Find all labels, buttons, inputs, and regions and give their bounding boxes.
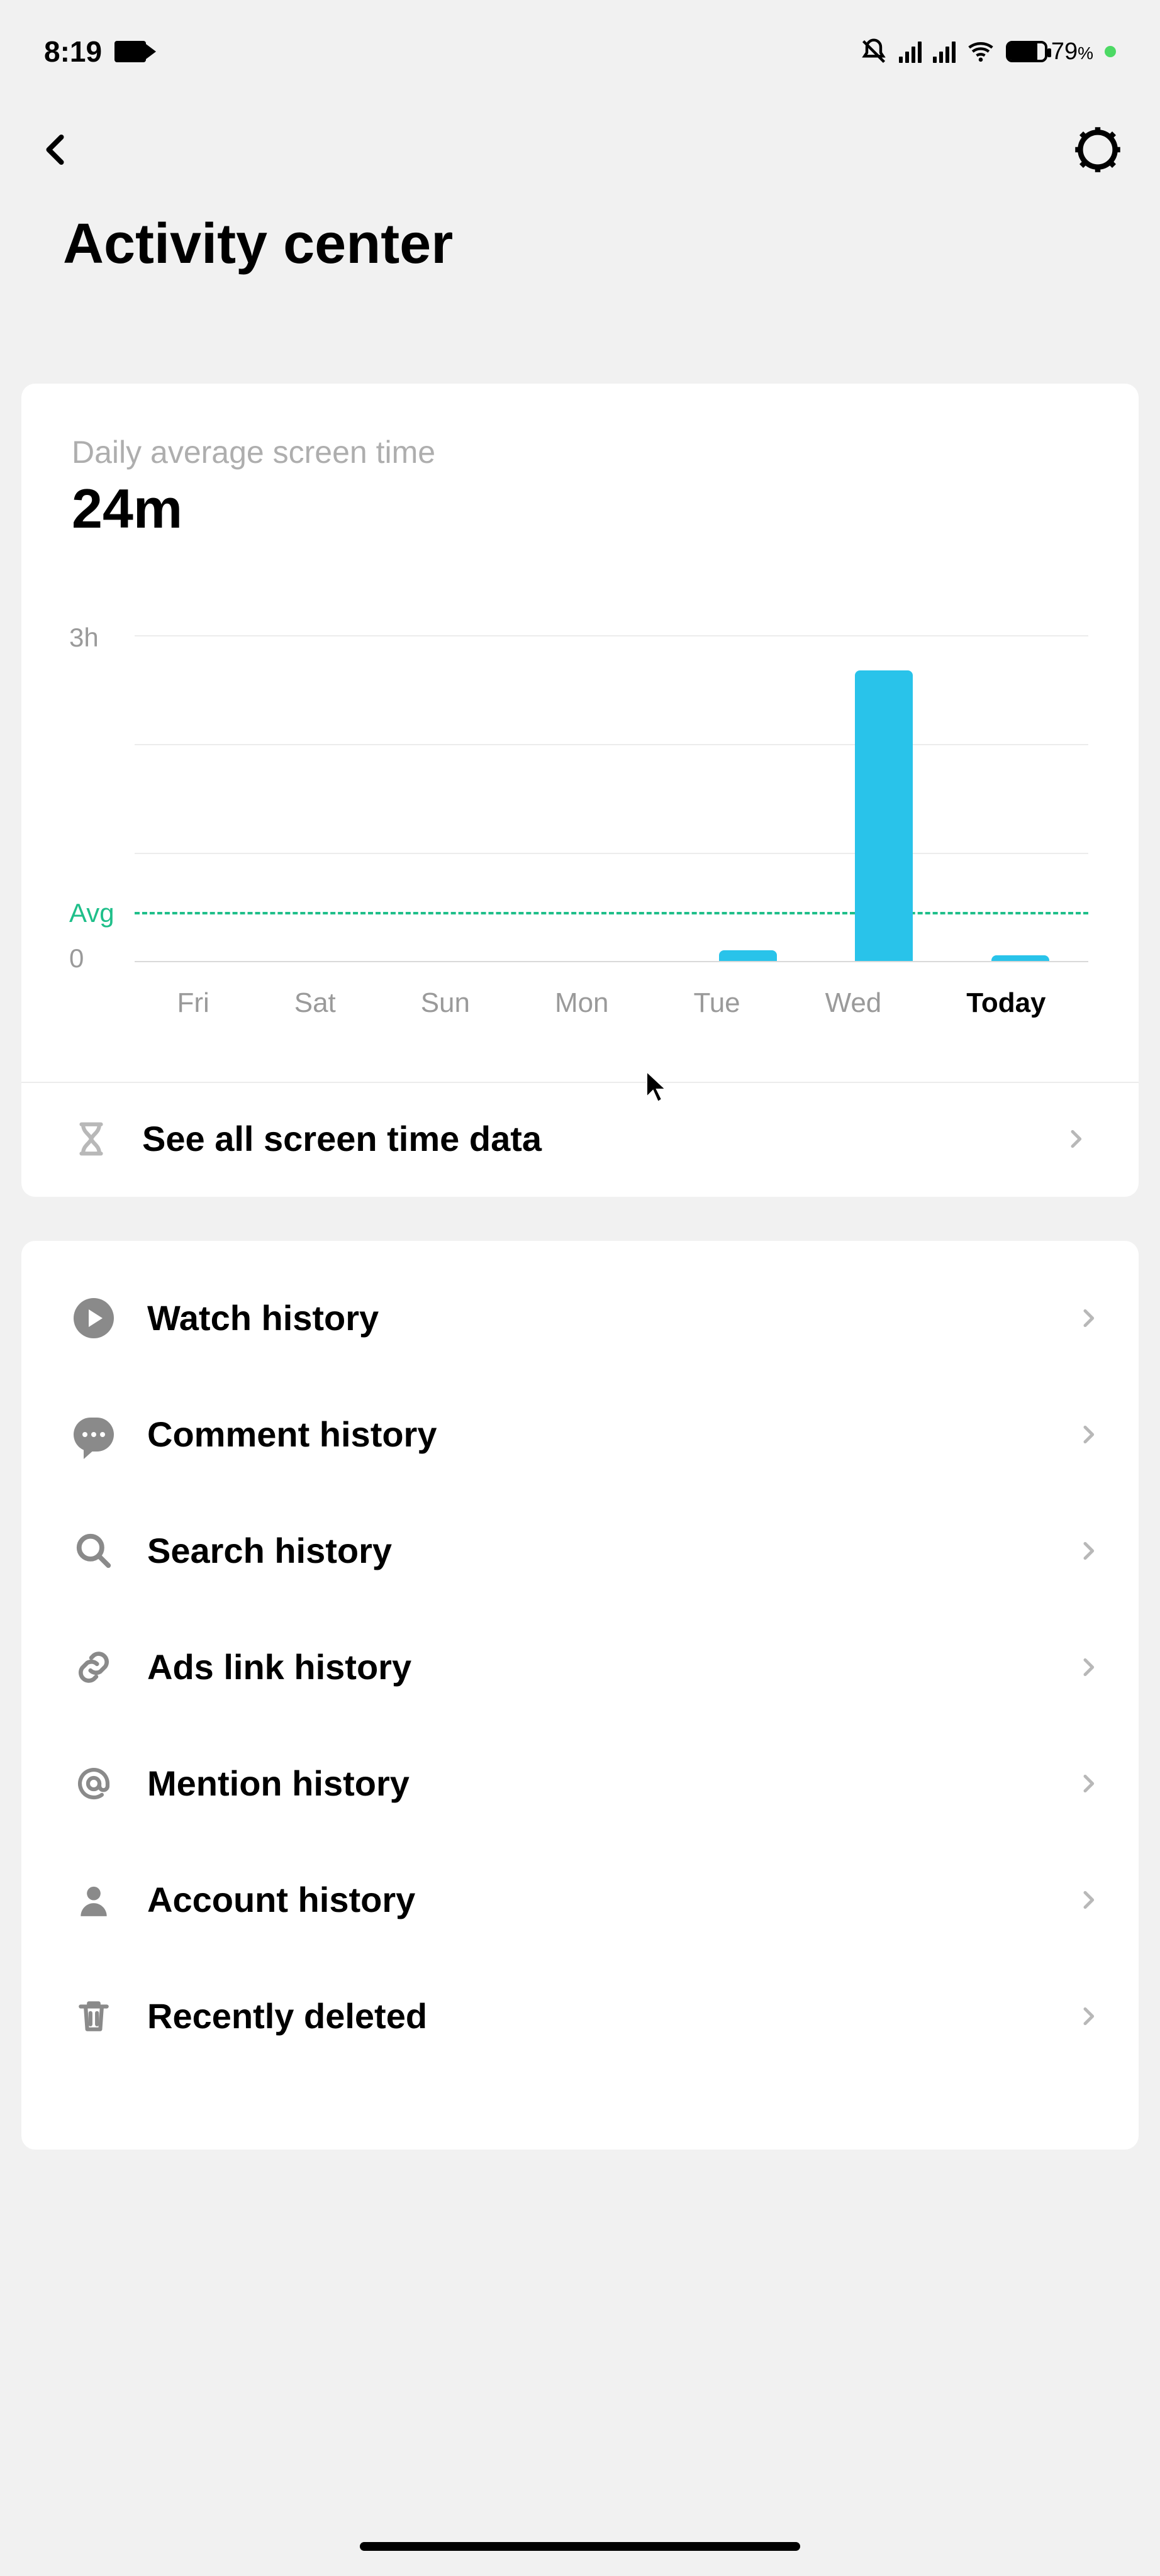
status-bar: 8:19 79%: [0, 0, 1160, 69]
screen-time-card: Daily average screen time 24m 3h Avg 0 F…: [21, 384, 1139, 1197]
menu-trash[interactable]: Recently deleted: [72, 1958, 1101, 2074]
wifi-icon: [967, 38, 995, 65]
hourglass-icon: [72, 1119, 111, 1158]
menu-label: Recently deleted: [147, 1996, 1044, 2036]
back-icon[interactable]: [38, 131, 75, 169]
chevron-right-icon: [1076, 2004, 1101, 2029]
menu-label: Search history: [147, 1530, 1044, 1571]
menu-play[interactable]: Watch history: [72, 1260, 1101, 1376]
see-all-label: See all screen time data: [142, 1118, 1032, 1159]
y-tick-bottom: 0: [69, 943, 84, 974]
menu-search[interactable]: Search history: [72, 1492, 1101, 1609]
comment-icon: [72, 1418, 116, 1452]
avg-label: Avg: [69, 898, 114, 928]
trash-icon: [72, 1997, 116, 2036]
x-tick: Tue: [693, 987, 740, 1019]
chevron-right-icon: [1076, 1887, 1101, 1913]
see-all-screen-time[interactable]: See all screen time data: [72, 1083, 1088, 1197]
search-icon: [72, 1531, 116, 1570]
x-tick: Sun: [421, 987, 470, 1019]
camera-icon: [114, 41, 146, 62]
bar-today[interactable]: [991, 955, 1049, 961]
menu-label: Comment history: [147, 1414, 1044, 1455]
battery-icon: 79%: [1006, 38, 1093, 65]
x-tick: Fri: [177, 987, 209, 1019]
bar-wed[interactable]: [855, 670, 913, 961]
page-title: Activity center: [0, 174, 1160, 277]
x-tick: Mon: [555, 987, 609, 1019]
gear-icon[interactable]: [1073, 125, 1122, 174]
menu-label: Watch history: [147, 1297, 1044, 1338]
bell-off-icon: [860, 38, 888, 65]
chevron-right-icon: [1063, 1126, 1088, 1152]
recording-dot-icon: [1105, 46, 1116, 57]
screen-time-value: 24m: [72, 477, 1088, 541]
menu-at[interactable]: Mention history: [72, 1725, 1101, 1841]
signal-icon: [899, 40, 922, 63]
link-icon: [72, 1648, 116, 1687]
menu-comment[interactable]: Comment history: [72, 1376, 1101, 1492]
play-icon: [72, 1298, 116, 1338]
x-tick: Today: [966, 987, 1046, 1019]
menu-label: Ads link history: [147, 1646, 1044, 1687]
chevron-right-icon: [1076, 1771, 1101, 1796]
history-menu-card: Watch history Comment history Search histo…: [21, 1241, 1139, 2150]
y-tick-top: 3h: [69, 623, 99, 653]
screen-time-chart: 3h Avg 0 FriSatSunMonTueWedToday: [72, 635, 1088, 1019]
screen-time-subtitle: Daily average screen time: [72, 434, 1088, 470]
chevron-right-icon: [1076, 1655, 1101, 1680]
chevron-right-icon: [1076, 1538, 1101, 1563]
chevron-right-icon: [1076, 1422, 1101, 1447]
menu-label: Account history: [147, 1879, 1044, 1920]
bar-tue[interactable]: [719, 950, 777, 961]
account-icon: [72, 1880, 116, 1919]
menu-label: Mention history: [147, 1763, 1044, 1804]
at-icon: [72, 1764, 116, 1803]
chevron-right-icon: [1076, 1306, 1101, 1331]
status-time: 8:19: [44, 35, 102, 69]
home-indicator: [360, 2542, 800, 2551]
menu-link[interactable]: Ads link history: [72, 1609, 1101, 1725]
signal-icon: [933, 40, 956, 63]
menu-account[interactable]: Account history: [72, 1841, 1101, 1958]
x-tick: Wed: [825, 987, 882, 1019]
x-tick: Sat: [294, 987, 336, 1019]
